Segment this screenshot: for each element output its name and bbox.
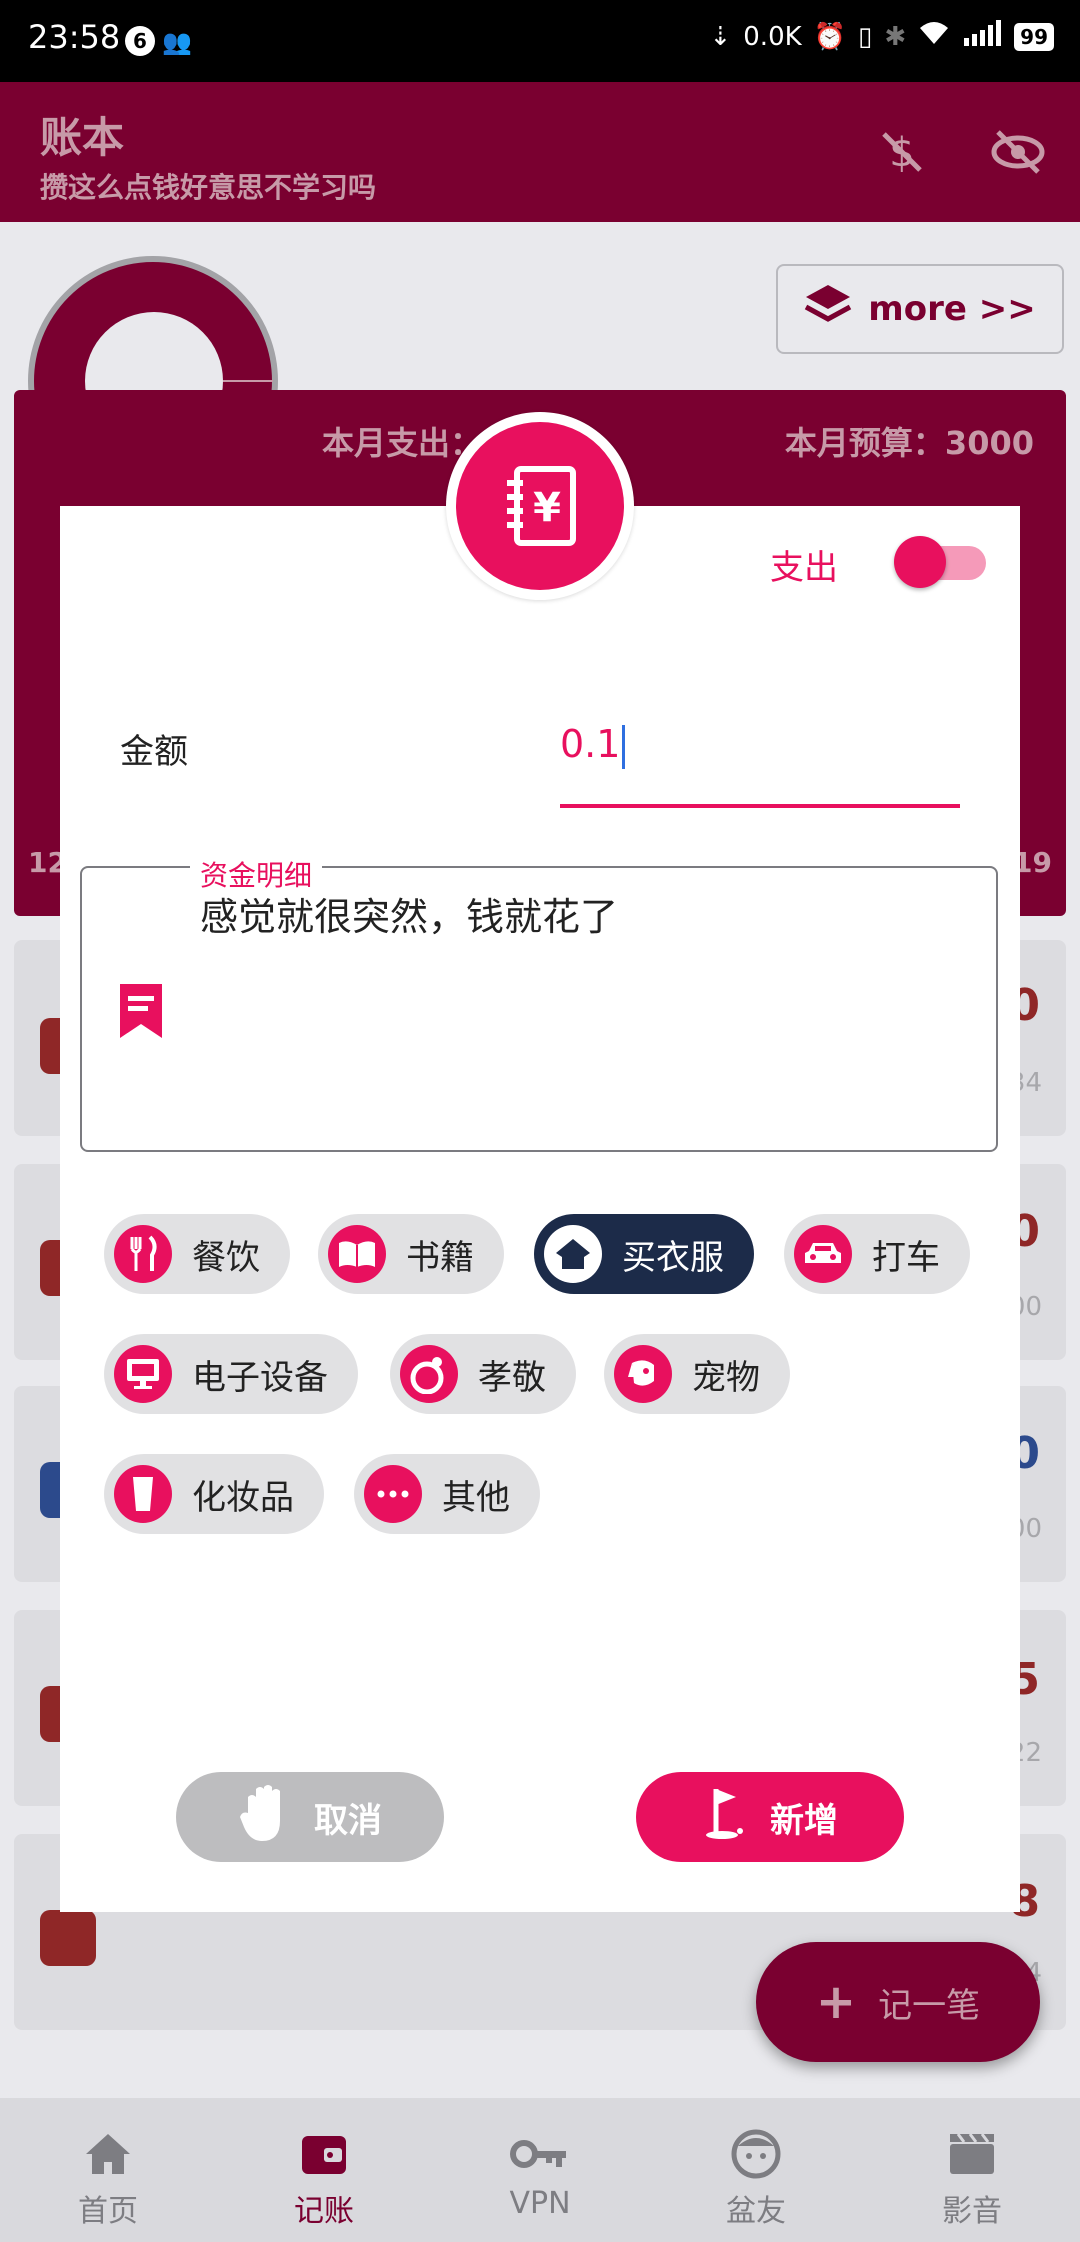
amount-underline — [560, 804, 960, 808]
wallet-icon — [244, 2128, 404, 2180]
cosmetic-icon — [114, 1465, 172, 1523]
amount-label: 金额 — [120, 732, 188, 772]
bluetooth-icon: ✱ — [884, 21, 907, 52]
nav-item-media[interactable]: 影音 — [892, 2128, 1052, 2230]
detail-text: 感觉就很突然，钱就花了 — [200, 895, 619, 939]
key-icon — [460, 2128, 620, 2180]
chip-label: 其他 — [442, 1477, 510, 1518]
home-icon — [28, 2128, 188, 2180]
more-label: more >> — [868, 289, 1036, 329]
add-record-fab[interactable]: + 记一笔 — [756, 1942, 1040, 2062]
monitor-icon — [114, 1345, 172, 1403]
hide-eye-icon[interactable] — [990, 124, 1046, 180]
plus-icon: + — [815, 1974, 857, 2030]
nav-label: 盆友 — [726, 2194, 786, 2229]
month-spend-label: 本月支出： — [322, 424, 483, 462]
chip-label: 宠物 — [692, 1357, 760, 1398]
nav-item-home[interactable]: 首页 — [28, 2128, 188, 2230]
book-icon — [328, 1225, 386, 1283]
nav-label: 首页 — [78, 2194, 138, 2229]
nav-label: VPN — [509, 2186, 571, 2221]
more-button[interactable]: more >> — [776, 264, 1064, 354]
fab-label: 记一笔 — [878, 1985, 981, 2026]
signal-icon — [962, 20, 1002, 53]
svg-text:¥: ¥ — [533, 485, 561, 531]
app-title: 账本 — [40, 113, 125, 162]
nav-item-vpn[interactable]: VPN — [460, 2128, 620, 2221]
dog-icon — [614, 1345, 672, 1403]
vibrate-icon: ▯ — [858, 21, 873, 52]
nav-item-friends[interactable]: 盆友 — [676, 2128, 836, 2230]
cancel-button[interactable]: 取消 — [176, 1772, 444, 1862]
donut-divider — [223, 380, 273, 382]
nav-item-accounting[interactable]: 记账 — [244, 2128, 404, 2230]
car-icon — [794, 1225, 852, 1283]
nav-label: 记账 — [294, 2194, 354, 2229]
category-chip-clothes[interactable]: 买衣服 — [534, 1214, 754, 1294]
download-speed-icon: ⇣ — [709, 21, 732, 52]
golf-flag-icon — [702, 1785, 750, 1850]
net-speed: 0.0K — [743, 21, 802, 52]
category-chip-pets[interactable]: 宠物 — [604, 1334, 790, 1414]
puzzle-icon — [40, 1910, 96, 1966]
chip-label: 孝敬 — [478, 1357, 546, 1398]
contacts-icon: 👥 — [162, 28, 192, 56]
gift-icon — [400, 1345, 458, 1403]
more-dots-icon — [364, 1465, 422, 1523]
battery-indicator: 99 — [1014, 22, 1054, 51]
hand-icon — [238, 1783, 294, 1852]
add-label: 新增 — [770, 1800, 838, 1841]
cancel-label: 取消 — [314, 1800, 382, 1841]
text-caret — [622, 724, 626, 769]
app-subtitle: 攒这么点钱好意思不学习吗 — [40, 171, 377, 204]
clapperboard-icon — [892, 2128, 1052, 2180]
chip-label: 买衣服 — [622, 1237, 724, 1278]
status-right-group: ⇣ 0.0K ⏰ ▯ ✱ 99 — [709, 20, 1054, 53]
wifi-icon — [918, 20, 950, 53]
expense-toggle-thumb[interactable] — [894, 536, 946, 588]
nav-label: 影音 — [942, 2194, 1002, 2229]
layers-icon — [804, 283, 852, 336]
amount-input[interactable]: 0.1 — [560, 722, 626, 769]
chip-label: 电子设备 — [192, 1357, 328, 1398]
chip-label: 打车 — [872, 1237, 940, 1278]
alarm-icon: ⏰ — [813, 21, 847, 52]
bookmark-icon — [116, 980, 166, 1046]
fork-knife-icon — [114, 1225, 172, 1283]
type-label: 支出 — [770, 548, 838, 588]
category-chip-cosmetics[interactable]: 化妆品 — [104, 1454, 324, 1534]
chip-label: 餐饮 — [192, 1237, 260, 1278]
chip-label: 化妆品 — [192, 1477, 294, 1518]
category-chip-other[interactable]: 其他 — [354, 1454, 540, 1534]
category-chip-electronics[interactable]: 电子设备 — [104, 1334, 358, 1414]
amount-value: 0.1 — [560, 722, 621, 766]
add-record-dialog — [60, 506, 1020, 1912]
category-chip-books[interactable]: 书籍 — [318, 1214, 504, 1294]
notification-badge: 6 — [125, 26, 155, 56]
shirt-icon — [544, 1225, 602, 1283]
ledger-icon: ¥ — [456, 422, 624, 590]
status-time: 23:58 — [28, 18, 121, 56]
add-button[interactable]: 新增 — [636, 1772, 904, 1862]
month-budget-label: 本月预算：3000 — [784, 424, 1034, 462]
category-chip-food[interactable]: 餐饮 — [104, 1214, 290, 1294]
chip-label: 书籍 — [406, 1237, 474, 1278]
category-chip-filial[interactable]: 孝敬 — [390, 1334, 576, 1414]
face-icon — [676, 2128, 836, 2180]
category-chip-taxi[interactable]: 打车 — [784, 1214, 970, 1294]
no-money-icon[interactable]: $ — [874, 124, 930, 180]
